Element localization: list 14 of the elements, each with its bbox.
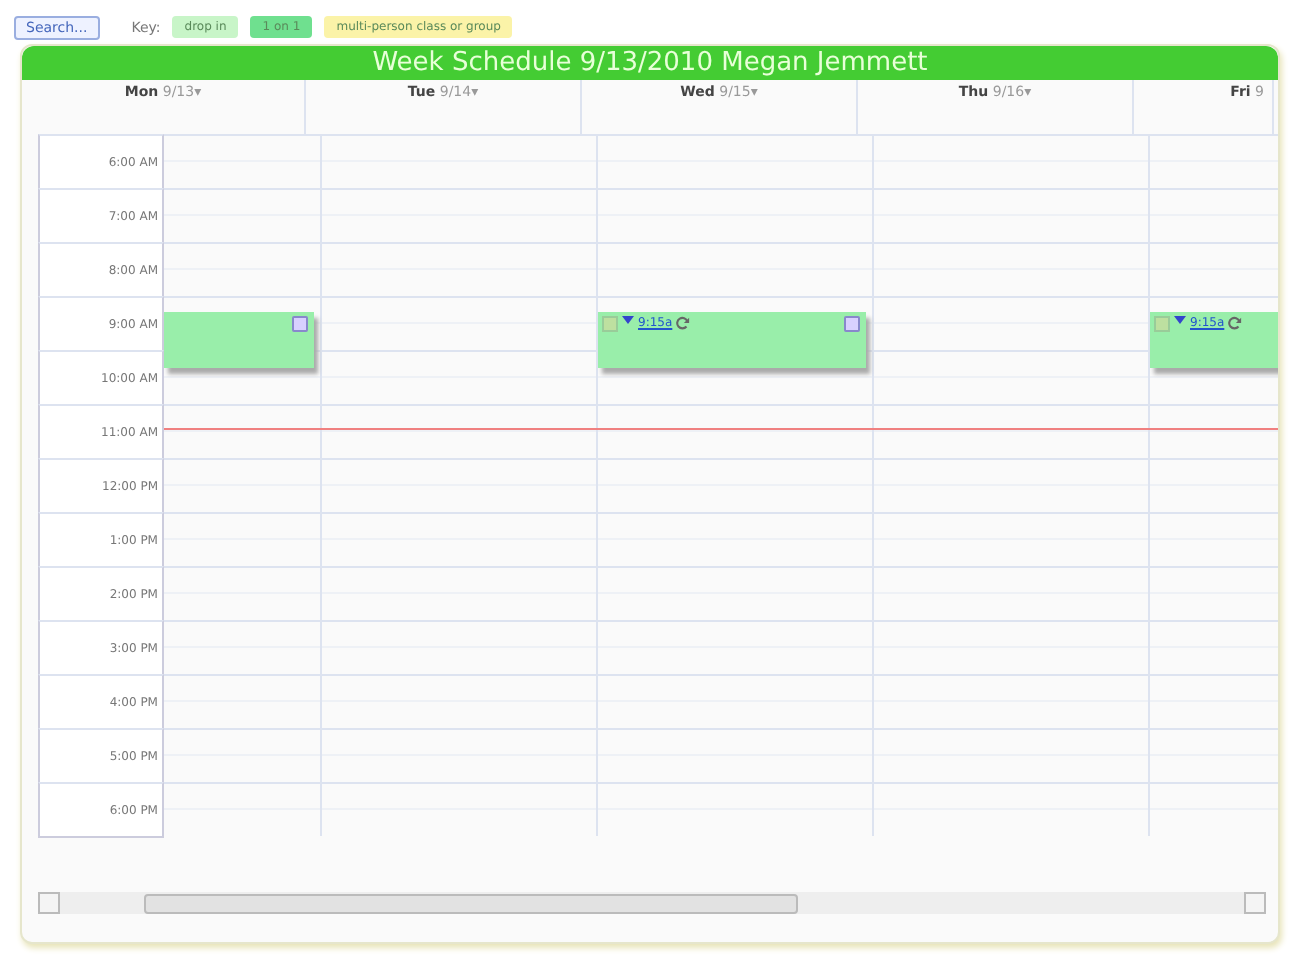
scroll-thumb[interactable] <box>144 893 798 913</box>
schedule-title: Week Schedule 9/13/2010 Megan Jemmett <box>22 46 1278 80</box>
checkbox[interactable] <box>602 316 618 332</box>
appointment-block[interactable] <box>164 312 314 368</box>
horizontal-scrollbar[interactable] <box>38 892 1266 914</box>
menu-icon[interactable] <box>292 316 308 332</box>
scroll-left-button[interactable] <box>38 892 60 914</box>
scroll-right-button[interactable] <box>1244 892 1266 914</box>
refresh-icon[interactable] <box>1228 316 1243 330</box>
caret-icon[interactable] <box>622 316 634 326</box>
refresh-icon[interactable] <box>676 316 691 330</box>
checkbox[interactable] <box>1154 316 1170 332</box>
menu-icon[interactable] <box>844 316 860 332</box>
caret-icon[interactable] <box>1174 316 1186 326</box>
